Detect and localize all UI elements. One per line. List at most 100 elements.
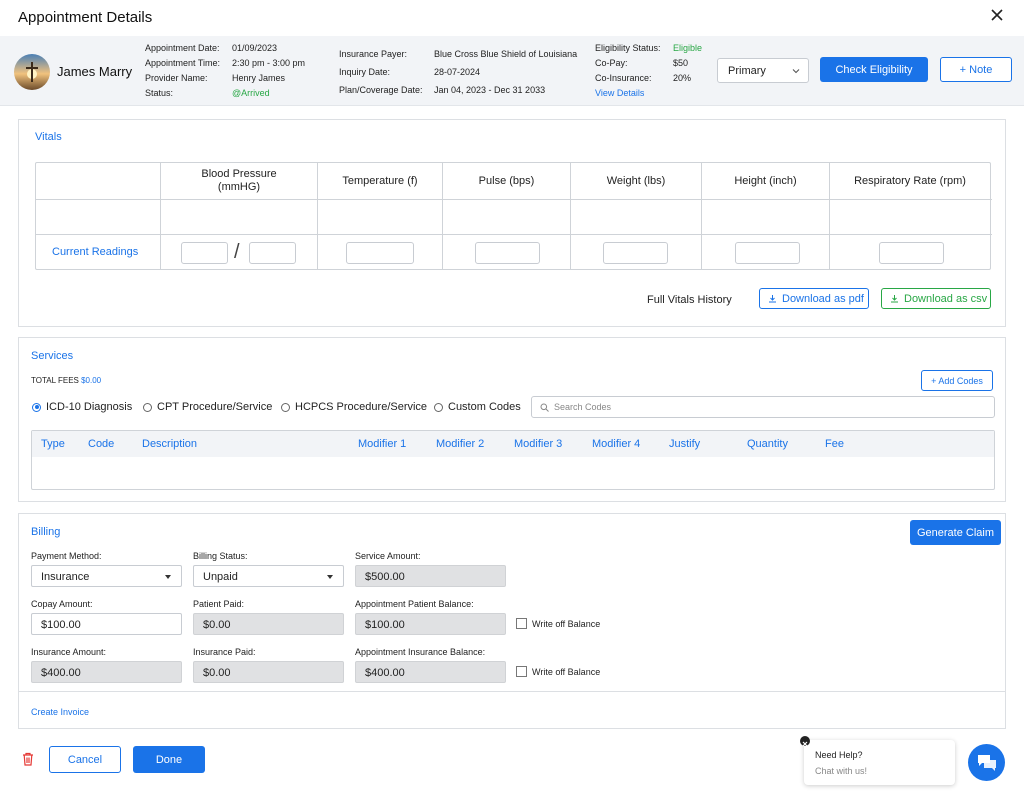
column-header: Blood Pressure (mmHG) (161, 163, 317, 199)
add-note-button[interactable]: + Note (940, 57, 1012, 82)
download-csv-label: Download as csv (904, 292, 988, 305)
weight-header: Weight (lbs) (606, 174, 666, 187)
copay-label: Co-Pay: (595, 58, 628, 68)
vitals-col-blood-pressure: Blood Pressure (mmHG) / (160, 163, 317, 269)
write-off-patient-checkbox[interactable]: Write off Balance (516, 618, 600, 629)
page-title: Appointment Details (18, 9, 153, 26)
patient-paid-label: Patient Paid: (193, 599, 245, 609)
insurance-paid-label: Insurance Paid: (193, 647, 256, 657)
cancel-button[interactable]: Cancel (49, 746, 121, 773)
eligibility-status-label: Eligibility Status: (595, 43, 661, 53)
chat-icon (978, 755, 996, 771)
total-fees-label: TOTAL FEES (31, 376, 79, 385)
generate-claim-button[interactable]: Generate Claim (910, 520, 1001, 545)
col-modifier-3: Modifier 3 (514, 438, 563, 450)
done-button[interactable]: Done (133, 746, 205, 773)
billing-title: Billing (31, 526, 61, 538)
avatar-image (14, 54, 50, 90)
trash-icon[interactable] (22, 752, 34, 766)
radio-hcpcs-label: HCPCS Procedure/Service (295, 401, 428, 413)
respiratory-input[interactable] (879, 242, 944, 264)
inquiry-date: 28-07-2024 (434, 67, 481, 77)
title-bar: Appointment Details (0, 0, 1024, 36)
caret-down-icon (327, 575, 333, 579)
search-icon (540, 403, 549, 412)
download-pdf-button[interactable]: Download as pdf (759, 288, 869, 309)
temperature-input[interactable] (346, 242, 414, 264)
search-codes-input[interactable]: Search Codes (531, 396, 995, 418)
download-icon (891, 295, 898, 303)
coverage-select-value: Primary (728, 65, 766, 77)
coinsurance-value: 20% (673, 73, 692, 83)
appointment-time: 2:30 pm - 3:00 pm (232, 58, 306, 68)
coinsurance-label: Co-Insurance: (595, 73, 652, 83)
col-type: Type (41, 438, 65, 450)
download-icon (769, 295, 776, 303)
view-details-link[interactable]: View Details (595, 86, 644, 101)
temperature-header: Temperature (f) (342, 174, 418, 187)
col-modifier-1: Modifier 1 (358, 438, 407, 450)
payment-method-value: Insurance (41, 571, 90, 583)
appointment-date: 01/09/2023 (232, 43, 278, 53)
vitals-col-pulse: Pulse (bps) (442, 163, 570, 269)
radio-cpt[interactable]: CPT Procedure/Service (143, 401, 272, 413)
service-amount-field: $500.00 (355, 565, 506, 587)
add-codes-button[interactable]: + Add Codes (921, 370, 993, 391)
vitals-table: Current Readings Blood Pressure (mmHG) / … (35, 162, 992, 270)
write-off-insurance-checkbox[interactable]: Write off Balance (516, 666, 600, 677)
insurance-info: Insurance Payer: Blue Cross Blue Shield o… (339, 45, 577, 99)
vitals-title: Vitals (35, 131, 62, 143)
radio-hcpcs[interactable]: HCPCS Procedure/Service (281, 401, 427, 413)
billing-panel: Billing Generate Claim Payment Method: I… (18, 513, 1006, 729)
eligibility-status: Eligible (673, 43, 703, 53)
check-eligibility-button[interactable]: Check Eligibility (820, 57, 928, 82)
search-placeholder: Search Codes (554, 402, 612, 412)
checkbox-icon (516, 618, 527, 629)
appointment-date-label: Appointment Date: (145, 43, 220, 53)
vitals-col-height: Height (inch) (701, 163, 829, 269)
col-justify: Justify (669, 438, 701, 450)
patient-paid-field: $0.00 (193, 613, 344, 635)
create-invoice-link[interactable]: Create Invoice (31, 707, 89, 717)
billing-status-value: Unpaid (203, 571, 238, 583)
status-badge: @Arrived (232, 88, 270, 98)
divider (19, 691, 1005, 692)
close-icon[interactable] (990, 8, 1004, 22)
copay-amount-input[interactable]: $100.00 (31, 613, 182, 635)
radio-custom-label: Custom Codes (448, 401, 521, 413)
chat-button[interactable] (968, 744, 1005, 781)
weight-input[interactable] (603, 242, 668, 264)
diastolic-input[interactable] (249, 242, 296, 264)
payment-method-select[interactable]: Insurance (31, 565, 182, 587)
billing-status-select[interactable]: Unpaid (193, 565, 344, 587)
radio-custom[interactable]: Custom Codes (434, 401, 521, 413)
radio-icd10[interactable]: ICD-10 Diagnosis (32, 401, 132, 413)
height-input[interactable] (735, 242, 800, 264)
vitals-col-temperature: Temperature (f) (317, 163, 442, 269)
help-subtitle: Chat with us! (815, 766, 868, 776)
service-amount-label: Service Amount: (355, 551, 421, 561)
radio-unselected-icon (143, 402, 152, 412)
total-fees: TOTAL FEES $0.00 (31, 376, 101, 385)
insurance-payer: Blue Cross Blue Shield of Louisiana (434, 49, 578, 59)
copay-amount-label: Copay Amount: (31, 599, 93, 609)
radio-unselected-icon (434, 402, 443, 412)
total-fees-value: $0.00 (81, 376, 102, 385)
insurance-paid-field: $0.00 (193, 661, 344, 683)
vitals-col-respiratory: Respiratory Rate (rpm) (829, 163, 990, 269)
pulse-input[interactable] (475, 242, 540, 264)
chevron-down-icon (792, 69, 800, 74)
download-pdf-label: Download as pdf (782, 292, 864, 305)
close-help-icon[interactable] (800, 736, 810, 747)
download-csv-button[interactable]: Download as csv (881, 288, 991, 309)
systolic-input[interactable] (181, 242, 228, 264)
checkbox-icon (516, 666, 527, 677)
status-label: Status: (145, 88, 174, 98)
plan-coverage-date: Jan 04, 2023 - Dec 31 2033 (434, 85, 546, 95)
vitals-col-weight: Weight (lbs) (570, 163, 701, 269)
provider-name: Henry James (232, 73, 286, 83)
coverage-select[interactable]: Primary (717, 58, 809, 83)
help-popup[interactable]: Need Help? Chat with us! (804, 740, 955, 785)
codes-table-header: Type Code Description Modifier 1 Modifie… (32, 431, 994, 457)
vitals-panel: Vitals Current Readings Blood Pressure (m… (18, 119, 1006, 327)
